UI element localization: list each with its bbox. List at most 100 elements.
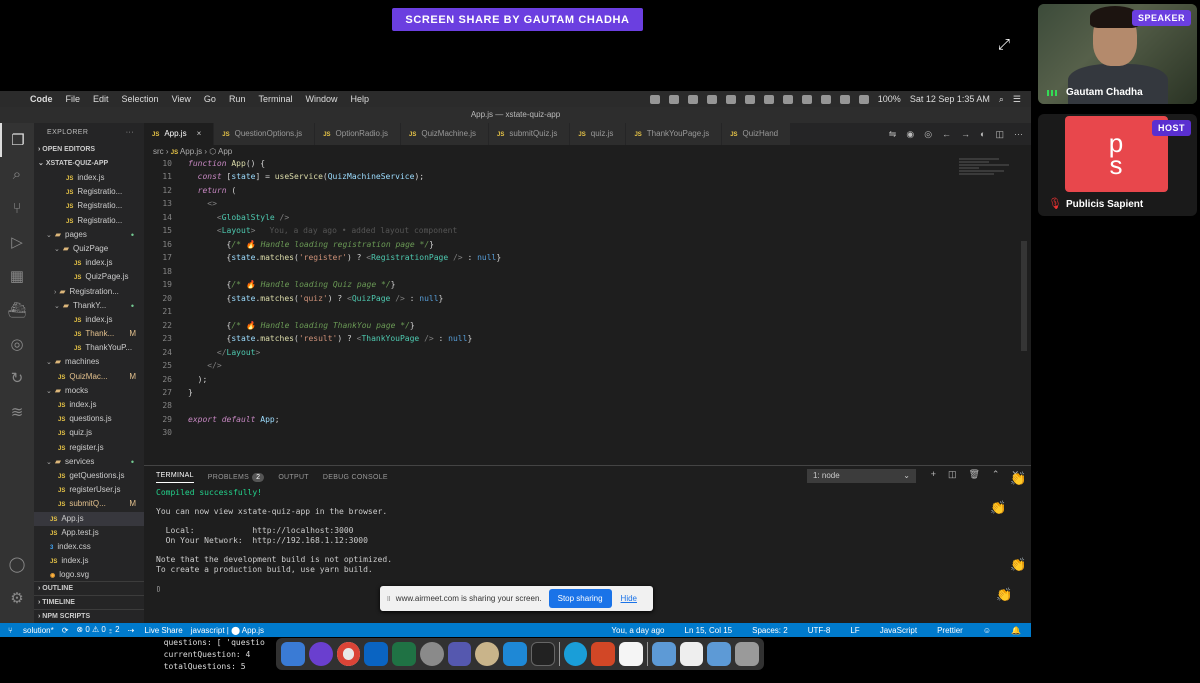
hide-button[interactable]: Hide: [621, 594, 637, 603]
next-change-icon[interactable]: →: [961, 129, 970, 139]
language-mode[interactable]: JavaScript: [880, 626, 917, 635]
tray-icon[interactable]: [649, 94, 660, 104]
tree-file[interactable]: JS questions.js: [34, 412, 144, 426]
tray-icon[interactable]: [725, 94, 736, 104]
edge-icon[interactable]: [563, 642, 588, 666]
tray-icon[interactable]: [820, 94, 831, 104]
editor-scrollbar[interactable]: [1021, 241, 1027, 351]
menu-view[interactable]: View: [172, 94, 191, 104]
tab-debug-console[interactable]: DEBUG CONSOLE: [323, 474, 388, 481]
spotlight-icon[interactable]: ⌕: [999, 94, 1004, 105]
git-graph-icon[interactable]: ◎: [0, 327, 34, 361]
menu-app[interactable]: Code: [30, 94, 53, 104]
indentation[interactable]: Spaces: 2: [752, 626, 788, 635]
editor-tab[interactable]: JS ThankYouPage.js: [626, 123, 723, 145]
tray-icon[interactable]: [782, 94, 793, 104]
participant-tile-speaker[interactable]: SPEAKER Gautam Chadha: [1038, 4, 1197, 104]
tray-icon[interactable]: [706, 94, 717, 104]
prettier-status[interactable]: Prettier: [937, 626, 963, 635]
settings-gear-icon[interactable]: ⚙: [0, 581, 34, 615]
menu-edit[interactable]: Edit: [93, 94, 109, 104]
finder-icon[interactable]: [281, 642, 305, 666]
maximize-panel-icon[interactable]: ⌃: [992, 469, 1000, 480]
encoding[interactable]: UTF-8: [808, 626, 831, 635]
app-icon[interactable]: [475, 642, 500, 666]
tree-file[interactable]: JS Registratio...: [34, 214, 144, 228]
file-language-status[interactable]: javascript | ⬤ App.js: [191, 626, 264, 635]
tree-file[interactable]: JS index.js: [34, 313, 144, 327]
tree-file[interactable]: JS ThankYouP...: [34, 341, 144, 355]
tree-file[interactable]: JS Registratio...: [34, 199, 144, 213]
stop-sharing-button[interactable]: Stop sharing: [548, 589, 612, 608]
menu-go[interactable]: Go: [204, 94, 216, 104]
git-icon[interactable]: ◎: [924, 129, 932, 140]
explorer-icon[interactable]: ❐: [0, 123, 34, 157]
new-terminal-icon[interactable]: +: [931, 469, 936, 480]
minimap[interactable]: [959, 157, 1019, 217]
siri-icon[interactable]: [308, 642, 333, 666]
gitlens-icon[interactable]: ◐: [980, 129, 985, 139]
cursor-position[interactable]: Ln 15, Col 15: [685, 626, 733, 635]
notifications-icon[interactable]: 🔔: [1011, 626, 1021, 635]
account-icon[interactable]: ◯: [0, 547, 34, 581]
terminal-app-icon[interactable]: [530, 642, 555, 666]
menu-terminal[interactable]: Terminal: [258, 94, 292, 104]
tree-file[interactable]: JS register.js: [34, 441, 144, 455]
document-icon[interactable]: [679, 642, 704, 666]
tree-file[interactable]: JS index.js: [34, 554, 144, 568]
tray-icon[interactable]: [839, 94, 850, 104]
blame-status[interactable]: You, a day ago: [611, 626, 664, 635]
tree-file[interactable]: JS Registratio...: [34, 185, 144, 199]
editor-tab[interactable]: JS QuizMachine.js: [401, 123, 490, 145]
source-control-icon[interactable]: ⑂: [0, 191, 34, 225]
system-preferences-icon[interactable]: [419, 642, 444, 666]
excel-icon[interactable]: [392, 642, 416, 666]
split-editor-icon[interactable]: ◫: [995, 129, 1004, 140]
problems-status[interactable]: ⊗ 0 ⚠ 0 ⍛ 2: [76, 625, 119, 635]
feedback-icon[interactable]: ☺: [983, 626, 991, 635]
timeline-section[interactable]: › TIMELINE: [34, 595, 144, 609]
menu-run[interactable]: Run: [229, 94, 246, 104]
tab-terminal[interactable]: TERMINAL: [156, 472, 194, 483]
vscode-icon[interactable]: [503, 642, 527, 666]
tray-icon[interactable]: [668, 94, 679, 104]
trash-icon[interactable]: [735, 642, 759, 666]
extensions-icon[interactable]: ▦: [0, 259, 34, 293]
tree-file[interactable]: JS QuizMac... M: [34, 370, 144, 384]
tree-folder[interactable]: ⌄ ▰ services •: [34, 455, 144, 469]
tree-folder[interactable]: › ▰ Registration...: [34, 285, 144, 299]
downloads-folder-icon[interactable]: [707, 642, 732, 666]
tree-folder[interactable]: ⌄ ▰ pages •: [34, 228, 144, 242]
tree-file[interactable]: JS index.js: [34, 398, 144, 412]
docker-icon[interactable]: ⛴: [0, 293, 34, 327]
outline-section[interactable]: › OUTLINE: [34, 581, 144, 595]
more-actions-icon[interactable]: ···: [1014, 129, 1023, 139]
npm-scripts-section[interactable]: › NPM SCRIPTS: [34, 609, 144, 623]
editor-tab[interactable]: JS OptionRadio.js: [315, 123, 402, 145]
code-editor[interactable]: 10 function App() { 11 const [state] = us…: [144, 157, 1024, 463]
kindle-icon[interactable]: [619, 642, 643, 666]
tree-file[interactable]: JS App.js: [34, 511, 144, 526]
close-tab-icon[interactable]: ×: [197, 129, 202, 138]
control-center-icon[interactable]: ☰: [1013, 94, 1021, 105]
npm-icon[interactable]: ≋: [0, 395, 34, 429]
tree-file[interactable]: JS index.js: [34, 256, 144, 270]
eol[interactable]: LF: [850, 626, 859, 635]
tab-output[interactable]: OUTPUT: [278, 474, 309, 481]
terminal-select[interactable]: 1: node ⌄: [807, 469, 916, 483]
tree-file[interactable]: JS Thank... M: [34, 327, 144, 341]
tray-icon[interactable]: [763, 94, 774, 104]
editor-tab[interactable]: JS QuizHand: [722, 123, 792, 145]
more-icon[interactable]: ···: [126, 123, 134, 143]
tree-folder[interactable]: ⌄ ▰ QuizPage: [34, 242, 144, 256]
tree-file[interactable]: JS registerUser.js: [34, 483, 144, 497]
menu-help[interactable]: Help: [350, 94, 369, 104]
live-share-status[interactable]: ⇢ Live Share: [128, 626, 183, 635]
outlook-icon[interactable]: [364, 642, 389, 666]
tree-file[interactable]: JS QuizPage.js: [34, 270, 144, 284]
search-icon[interactable]: ⌕: [0, 157, 34, 191]
teams-icon[interactable]: [447, 642, 472, 666]
prev-change-icon[interactable]: ←: [942, 129, 951, 139]
tree-file[interactable]: JS quiz.js: [34, 426, 144, 440]
chrome-icon[interactable]: [336, 642, 361, 666]
